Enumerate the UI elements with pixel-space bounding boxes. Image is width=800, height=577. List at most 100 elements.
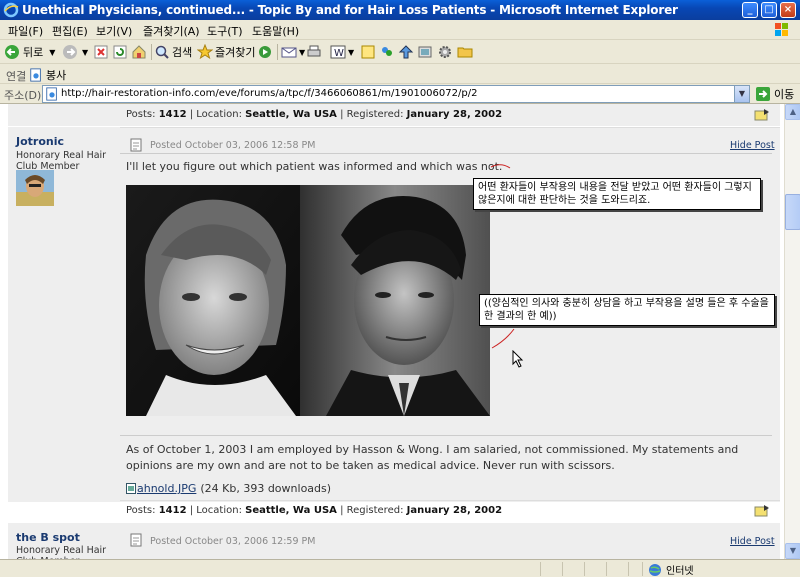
window-title: Unethical Physicians, continued... - Top… [22, 3, 678, 17]
back-arrow-icon [5, 45, 19, 59]
zone-label: 인터넷 [666, 566, 694, 577]
research-button[interactable] [398, 43, 414, 61]
scroll-thumb[interactable] [785, 194, 800, 230]
ie-logo-icon [3, 2, 19, 18]
menu-favorites[interactable]: 즐겨찾기(A) [143, 23, 200, 39]
discuss-button[interactable] [360, 43, 376, 61]
quote-reply-icon[interactable] [754, 108, 770, 121]
image-file-icon [126, 483, 136, 494]
title-bar: Unethical Physicians, continued... - Top… [0, 0, 800, 20]
scroll-down-button[interactable]: ▼ [785, 543, 800, 559]
post-2-username[interactable]: the B spot [16, 531, 80, 544]
chevron-down-icon[interactable]: ▼ [299, 48, 305, 57]
svg-text:W: W [334, 48, 344, 59]
chevron-down-icon[interactable]: ▼ [82, 48, 88, 57]
print-icon [307, 45, 321, 57]
favorites-button[interactable]: 즐겨찾기 [197, 43, 255, 61]
post-2 [8, 523, 780, 559]
note-icon [361, 45, 375, 59]
settings-button[interactable] [437, 43, 453, 61]
search-icon [155, 45, 169, 59]
folder-icon [457, 47, 473, 58]
home-icon [132, 45, 146, 59]
chevron-down-icon[interactable]: ▼ [348, 48, 354, 57]
attachment-info: (24 Kb, 393 downloads) [200, 482, 332, 495]
post-1-timestamp: Posted October 03, 2006 12:58 PM [150, 140, 316, 151]
toolbar-extra-button[interactable] [457, 43, 473, 61]
star-icon [197, 44, 213, 60]
address-bar: 주소(D) http://hair-restoration-info.com/e… [0, 84, 800, 104]
home-button[interactable] [131, 43, 147, 61]
cursor-icon [512, 350, 524, 368]
vertical-scrollbar[interactable]: ▲ ▼ [784, 104, 800, 559]
link-item-label: 봉사 [46, 69, 67, 82]
refresh-button[interactable] [112, 43, 128, 61]
address-label: 주소(D) [4, 89, 42, 102]
word-icon: W [330, 45, 346, 59]
address-url: http://hair-restoration-info.com/eve/for… [61, 88, 478, 99]
forward-button[interactable]: ▼ [62, 43, 88, 61]
post-1-signature: As of October 1, 2003 I am employed by H… [126, 443, 739, 472]
prev-post-meta: Posts: 1412 | Location: Seattle, Wa USA … [126, 109, 503, 120]
address-input[interactable]: http://hair-restoration-info.com/eve/for… [42, 85, 750, 103]
post-2-timestamp: Posted October 03, 2006 12:59 PM [150, 536, 316, 547]
links-label: 연결 [6, 70, 27, 83]
post-1-hide-link[interactable]: Hide Post [730, 140, 775, 151]
messenger-icon [382, 47, 392, 56]
menu-file[interactable]: 파일(F) [8, 23, 43, 39]
maximize-button[interactable]: □ [761, 2, 777, 18]
attached-photo[interactable] [126, 185, 490, 416]
post-1-meta: Posts: 1412 | Location: Seattle, Wa USA … [126, 505, 503, 516]
avatar[interactable] [16, 170, 54, 206]
security-zone: 인터넷 [648, 562, 694, 577]
back-label: 뒤로 [23, 46, 44, 59]
mail-icon [281, 47, 297, 58]
status-bar: 인터넷 [0, 559, 800, 577]
close-button[interactable]: × [780, 2, 796, 18]
annotation-box-1: 어떤 환자들이 부작용의 내용을 전달 받았고 어떤 환자들이 그렇지 않은지에… [473, 178, 761, 210]
media-icon [259, 46, 271, 58]
post-1-username[interactable]: Jotronic [16, 135, 64, 148]
minimize-button[interactable]: _ [742, 2, 758, 18]
globe-icon [649, 563, 661, 576]
chevron-down-icon[interactable]: ▼ [734, 86, 749, 102]
quote-reply-icon[interactable] [754, 504, 770, 517]
post-2-user-title: Honorary Real Hair Club Member [16, 545, 107, 559]
mail-button[interactable]: ▼ [281, 43, 305, 61]
page-content: Posts: 1412 | Location: Seattle, Wa USA … [0, 104, 784, 559]
chevron-down-icon[interactable]: ▼ [49, 48, 55, 57]
print-button[interactable] [306, 43, 322, 61]
messenger-button[interactable] [379, 43, 395, 61]
post-1-text: I'll let you figure out which patient wa… [126, 160, 503, 173]
tool-icon [418, 46, 432, 58]
post-1-user-title: Honorary Real Hair Club Member [16, 150, 107, 172]
stop-icon [94, 45, 108, 59]
search-button[interactable]: 검색 [154, 43, 192, 61]
go-button[interactable]: 이동 [755, 86, 794, 102]
media-button[interactable] [257, 43, 273, 61]
attachment-link[interactable]: ahnold.JPG [137, 482, 196, 495]
scroll-up-button[interactable]: ▲ [785, 104, 800, 120]
menu-view[interactable]: 보기(V) [96, 23, 132, 39]
post-2-hide-link[interactable]: Hide Post [730, 536, 775, 547]
post-icon [130, 533, 142, 547]
search-label: 검색 [172, 46, 193, 59]
post-icon [130, 138, 142, 152]
edit-button[interactable]: W ▼ [330, 43, 354, 61]
forward-arrow-icon [63, 45, 77, 59]
links-bar: 연결 봉사 [0, 65, 800, 84]
back-button[interactable]: 뒤로 ▼ [4, 43, 55, 61]
tool-button[interactable] [417, 43, 433, 61]
favorites-label: 즐겨찾기 [215, 46, 256, 59]
menu-edit[interactable]: 편집(E) [52, 23, 88, 39]
go-label: 이동 [774, 88, 795, 101]
refresh-icon [113, 45, 127, 59]
page-icon [46, 87, 57, 101]
annotation-box-2: ((양심적인 의사와 충분히 상담을 하고 부작용을 설명 들은 후 수술을 한… [479, 294, 775, 326]
menu-tools[interactable]: 도구(T) [207, 23, 243, 39]
link-item[interactable]: 봉사 [29, 67, 66, 83]
menu-help[interactable]: 도움말(H) [252, 23, 299, 39]
stop-button[interactable] [93, 43, 109, 61]
go-arrow-icon [756, 87, 770, 101]
menu-bar: 파일(F) 편집(E) 보기(V) 즐겨찾기(A) 도구(T) 도움말(H) [0, 20, 800, 40]
